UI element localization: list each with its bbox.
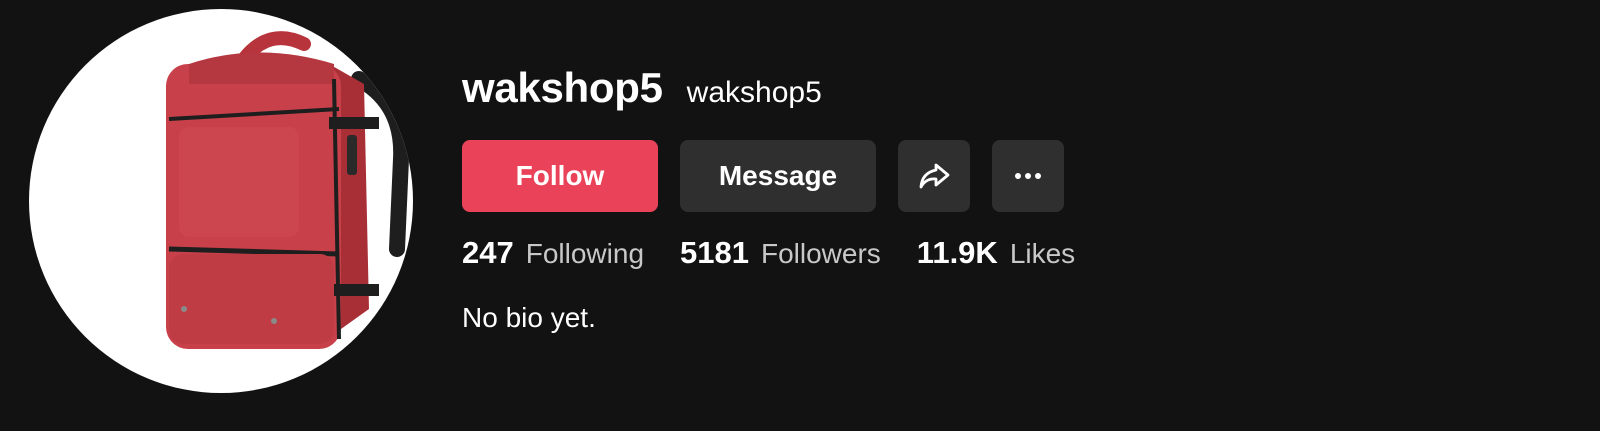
stat-label: Followers [760, 238, 881, 269]
stat-value: 11.9K [916, 235, 998, 270]
stats-row: 247 Following 5181 Followers 11.9K Likes [462, 235, 1111, 271]
stat-value: 247 [462, 235, 514, 270]
stat-label: Following [525, 238, 645, 269]
follow-button[interactable]: Follow [462, 140, 658, 212]
stat-following[interactable]: 247 Following [462, 235, 644, 271]
username: wakshop5 [462, 64, 663, 111]
nickname: wakshop5 [686, 76, 822, 109]
action-bar: Follow Message [462, 140, 1064, 212]
more-button[interactable] [992, 140, 1064, 212]
stat-label: Likes [1009, 238, 1076, 269]
profile-header: wakshop5 wakshop5 Follow Message 247 Fol… [0, 0, 1600, 431]
backpack-image [166, 31, 410, 349]
share-button[interactable] [898, 140, 970, 212]
name-row: wakshop5 wakshop5 [462, 64, 822, 112]
stat-likes: 11.9K Likes [917, 235, 1075, 271]
bio-text: No bio yet. [462, 302, 596, 333]
more-dots-icon [1015, 173, 1041, 179]
avatar[interactable] [29, 9, 413, 393]
message-button[interactable]: Message [680, 140, 876, 212]
stat-value: 5181 [680, 235, 749, 270]
stat-followers[interactable]: 5181 Followers [680, 235, 881, 271]
share-arrow-icon [919, 163, 950, 189]
